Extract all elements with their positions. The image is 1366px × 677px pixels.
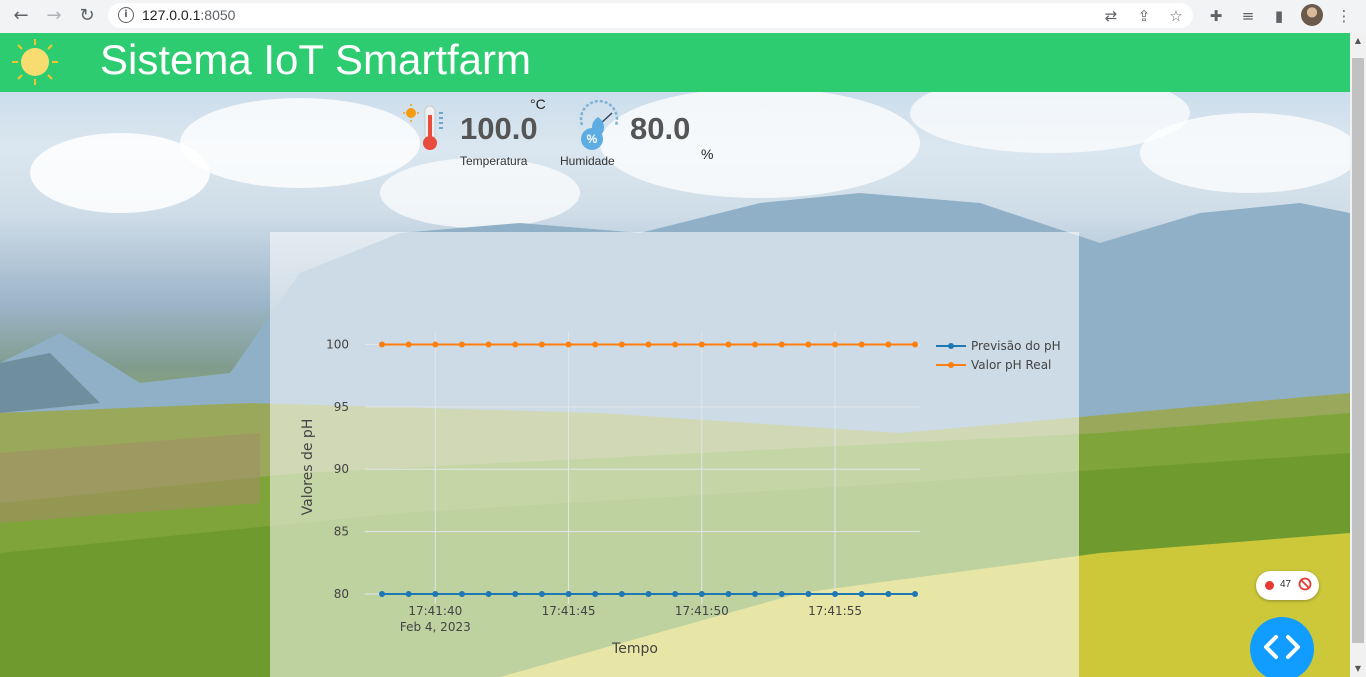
scroll-down-icon[interactable]: ▼	[1350, 661, 1366, 677]
extensions-icon[interactable]: ✚	[1205, 5, 1227, 27]
series-1-point	[805, 591, 812, 598]
series-1-point	[885, 591, 892, 598]
reload-icon[interactable]: ↻	[76, 5, 98, 27]
series-1-point	[645, 591, 652, 598]
y-tick-label: 100	[326, 337, 349, 351]
series-2-point	[912, 341, 918, 348]
series-1-point	[832, 591, 839, 598]
side-panel-icon[interactable]: ▮	[1268, 5, 1290, 27]
series-2-point	[379, 341, 385, 348]
series-2-point	[565, 341, 572, 348]
error-count: 47	[1280, 579, 1292, 590]
thermometer-icon	[403, 104, 443, 150]
dash-debug-button[interactable]	[1250, 617, 1314, 677]
dash-error-badge[interactable]: 47	[1256, 571, 1319, 600]
more-menu-icon[interactable]: ⋮	[1333, 5, 1355, 27]
series-1-point	[752, 591, 759, 598]
series-2-point	[832, 341, 839, 348]
series-2-point	[672, 341, 679, 348]
series-2-point	[538, 341, 545, 348]
series-2-point	[432, 341, 439, 348]
series-2-point	[458, 341, 465, 348]
site-info-icon[interactable]: i	[118, 7, 134, 23]
series-2-point	[698, 341, 705, 348]
forward-icon[interactable]: →	[43, 5, 65, 27]
temperature-value: 100.0	[460, 111, 538, 146]
address-url[interactable]: 127.0.0.1:8050	[142, 7, 235, 23]
series-1-point	[618, 591, 625, 598]
back-icon[interactable]: ←	[10, 5, 32, 27]
legend-marker-2	[948, 362, 954, 368]
series-2-point	[752, 341, 759, 348]
temperature-label: Temperatura	[460, 154, 528, 168]
top-header-bar: Sistema IoT Smartfarm	[0, 33, 1350, 92]
series-1-point	[778, 591, 785, 598]
humidity-icon-text: %	[587, 132, 598, 146]
media-control-icon[interactable]: ≡	[1237, 5, 1259, 27]
humidity-value: 80.0	[630, 111, 691, 146]
scroll-up-icon[interactable]: ▲	[1350, 33, 1366, 49]
series-2-point	[618, 341, 625, 348]
legend-label-1: Previsão do pH	[971, 339, 1061, 353]
series-1-point	[592, 591, 599, 598]
series-1-point	[405, 591, 412, 598]
series-1-point	[538, 591, 545, 598]
code-brackets-icon	[1264, 635, 1300, 659]
series-1-point	[432, 591, 439, 598]
legend-label-2: Valor pH Real	[971, 358, 1051, 372]
series-1-point	[698, 591, 705, 598]
humidity-gauge-icon: %	[579, 99, 619, 150]
series-2-point	[512, 341, 519, 348]
url-host: 127.0.0.1	[142, 7, 201, 23]
x-axis-title: Tempo	[611, 641, 658, 657]
y-axis-title: Valores de pH	[300, 419, 316, 516]
prohibited-icon[interactable]	[1298, 577, 1312, 591]
profile-avatar[interactable]	[1301, 4, 1323, 26]
browser-toolbar: ← → ↻ i 127.0.0.1:8050 ⇄ ⇪ ☆ ✚ ≡ ▮ ⋮	[0, 0, 1366, 34]
y-tick-label: 90	[334, 462, 349, 476]
series-2-point	[592, 341, 599, 348]
x-date-label: Feb 4, 2023	[400, 620, 471, 634]
translate-icon[interactable]: ⇄	[1100, 5, 1122, 27]
series-1-point	[458, 591, 465, 598]
humidity-label: Humidade	[560, 154, 615, 168]
series-1-point	[512, 591, 519, 598]
series-1-point	[672, 591, 679, 598]
x-tick-label: 17:41:45	[542, 604, 596, 618]
x-tick-label: 17:41:55	[808, 604, 862, 618]
x-tick-label: 17:41:50	[675, 604, 729, 618]
series-2-point	[405, 341, 412, 348]
series-2-point	[485, 341, 492, 348]
page-title: Sistema IoT Smartfarm	[100, 36, 531, 83]
series-2-point	[885, 341, 892, 348]
series-1-point	[725, 591, 732, 598]
series-1-point	[565, 591, 572, 598]
series-2-point	[645, 341, 652, 348]
address-bar[interactable]: i 127.0.0.1:8050	[108, 3, 1193, 28]
legend-marker-1	[948, 343, 954, 349]
series-1-point	[858, 591, 865, 598]
series-1-point	[485, 591, 492, 598]
series-2-point	[805, 341, 812, 348]
ph-chart-panel: 80 85 90 95 100 17:41:40 17:41:45 17:41:50 17:41…	[270, 232, 1079, 677]
y-tick-label: 80	[334, 587, 349, 601]
share-icon[interactable]: ⇪	[1133, 5, 1155, 27]
url-port: :8050	[200, 7, 236, 23]
series-2-point	[778, 341, 785, 348]
ph-line-chart[interactable]: 80 85 90 95 100 17:41:40 17:41:45 17:41:50 17:41…	[270, 232, 1079, 677]
error-dot-icon	[1265, 581, 1274, 590]
x-tick-label: 17:41:40	[408, 604, 462, 618]
y-tick-label: 95	[334, 400, 349, 414]
series-2-point	[858, 341, 865, 348]
temperature-unit: °C	[530, 96, 546, 112]
series-1-point	[379, 591, 385, 598]
scrollbar-thumb[interactable]	[1352, 58, 1364, 643]
series-1-point	[912, 591, 918, 598]
dashboard-page: Sistema IoT Smartfarm 100.0 °C Temperatu…	[0, 33, 1350, 677]
sun-icon	[12, 39, 58, 85]
y-tick-label: 85	[334, 525, 349, 539]
bookmark-star-icon[interactable]: ☆	[1165, 5, 1187, 27]
humidity-unit: %	[701, 146, 714, 162]
series-2-point	[725, 341, 732, 348]
